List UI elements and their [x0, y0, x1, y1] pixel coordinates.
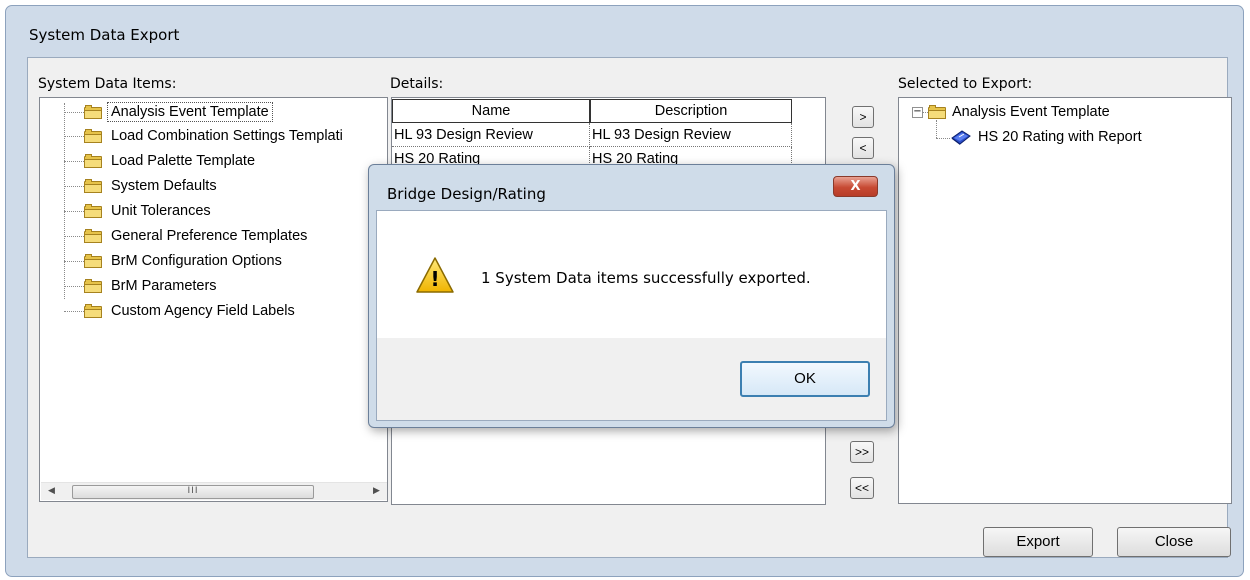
folder-icon [84, 229, 102, 243]
tree-item-label: System Defaults [111, 178, 217, 194]
column-header-description[interactable]: Description [590, 99, 792, 123]
folder-icon [84, 279, 102, 293]
scroll-left-arrow-icon[interactable]: ◀ [43, 483, 60, 500]
remove-all-button[interactable]: << [850, 477, 874, 499]
dialog-message-area: ! 1 System Data items successfully expor… [377, 211, 886, 338]
tree-item-load-combination-settings[interactable]: Load Combination Settings Templatі [84, 124, 346, 148]
tree-item-system-defaults[interactable]: System Defaults [84, 174, 220, 198]
dialog-message: 1 System Data items successfully exporte… [481, 269, 811, 287]
warning-icon: ! [415, 255, 455, 295]
tree-item-label: Unit Tolerances [111, 203, 211, 219]
remove-selected-button[interactable]: < [852, 137, 874, 159]
dialog-close-button[interactable]: X [833, 176, 878, 197]
selected-to-export-tree[interactable]: − Analysis Event Template HS 20 Rating w… [898, 97, 1232, 504]
message-dialog: Bridge Design/Rating X ! 1 System Data i… [368, 164, 895, 428]
tree-connector [64, 311, 84, 312]
horizontal-scrollbar[interactable]: ◀ III ▶ [41, 482, 387, 500]
folder-open-icon [84, 105, 102, 119]
tree-connector [64, 103, 65, 299]
ok-button[interactable]: OK [740, 361, 870, 397]
folder-icon [84, 129, 102, 143]
tree-item-unit-tolerances[interactable]: Unit Tolerances [84, 199, 214, 223]
tree-item-label: Analysis Event Template [952, 104, 1110, 120]
tree-item-label: BrM Parameters [111, 278, 217, 294]
tree-item-custom-agency-field-labels[interactable]: Custom Agency Field Labels [84, 299, 298, 323]
scroll-right-arrow-icon[interactable]: ▶ [368, 483, 385, 500]
folder-icon [84, 179, 102, 193]
column-header-name[interactable]: Name [392, 99, 590, 123]
tree-connector [64, 211, 84, 212]
warning-icon-mark: ! [430, 267, 440, 291]
tree-connector [64, 112, 84, 113]
export-tree-item-hs20-rating[interactable]: HS 20 Rating with Report [950, 125, 1142, 149]
report-book-icon [950, 128, 972, 146]
close-button[interactable]: Close [1117, 527, 1231, 557]
folder-icon [84, 204, 102, 218]
tree-connector [936, 138, 950, 139]
tree-item-label: BrM Configuration Options [111, 253, 282, 269]
tree-item-label: Load Palette Template [111, 153, 256, 169]
tree-connector [64, 136, 84, 137]
export-button[interactable]: Export [983, 527, 1093, 557]
tree-connector [64, 161, 84, 162]
tree-item-brm-parameters[interactable]: BrM Parameters [84, 274, 220, 298]
add-all-button[interactable]: >> [850, 441, 874, 463]
tree-connector [64, 186, 84, 187]
tree-item-label: Custom Agency Field Labels [111, 303, 295, 319]
window-title: System Data Export [29, 26, 180, 44]
tree-item-general-preference-templates[interactable]: General Preference Templates [84, 224, 310, 248]
tree-item-label: Analysis Event Template [107, 102, 273, 122]
system-data-items-tree[interactable]: Analysis Event Template Load Combination… [39, 97, 388, 502]
tree-connector [64, 286, 84, 287]
tree-connector [64, 261, 84, 262]
details-cell-description[interactable]: HL 93 Design Review [590, 123, 792, 147]
dialog-title: Bridge Design/Rating [387, 185, 546, 203]
tree-item-label: General Preference Templates [111, 228, 308, 244]
system-data-items-label: System Data Items: [38, 76, 177, 92]
selected-to-export-label: Selected to Export: [898, 76, 1033, 92]
folder-icon [84, 254, 102, 268]
details-cell-name[interactable]: HL 93 Design Review [392, 123, 590, 147]
tree-item-brm-configuration-options[interactable]: BrM Configuration Options [84, 249, 285, 273]
tree-item-label: Load Combination Settings Templatі [111, 128, 343, 144]
tree-item-analysis-event-template[interactable]: Analysis Event Template [84, 100, 273, 124]
details-label: Details: [390, 76, 444, 92]
folder-icon [84, 304, 102, 318]
tree-item-load-palette-template[interactable]: Load Palette Template [84, 149, 258, 173]
folder-icon [84, 154, 102, 168]
export-tree-item-analysis-event-template[interactable]: Analysis Event Template [928, 100, 1110, 124]
add-selected-button[interactable]: > [852, 106, 874, 128]
tree-item-label: HS 20 Rating with Report [978, 129, 1142, 145]
dialog-body: ! 1 System Data items successfully expor… [376, 210, 887, 421]
scroll-thumb[interactable]: III [72, 485, 314, 499]
folder-icon [928, 105, 946, 119]
tree-connector [64, 236, 84, 237]
